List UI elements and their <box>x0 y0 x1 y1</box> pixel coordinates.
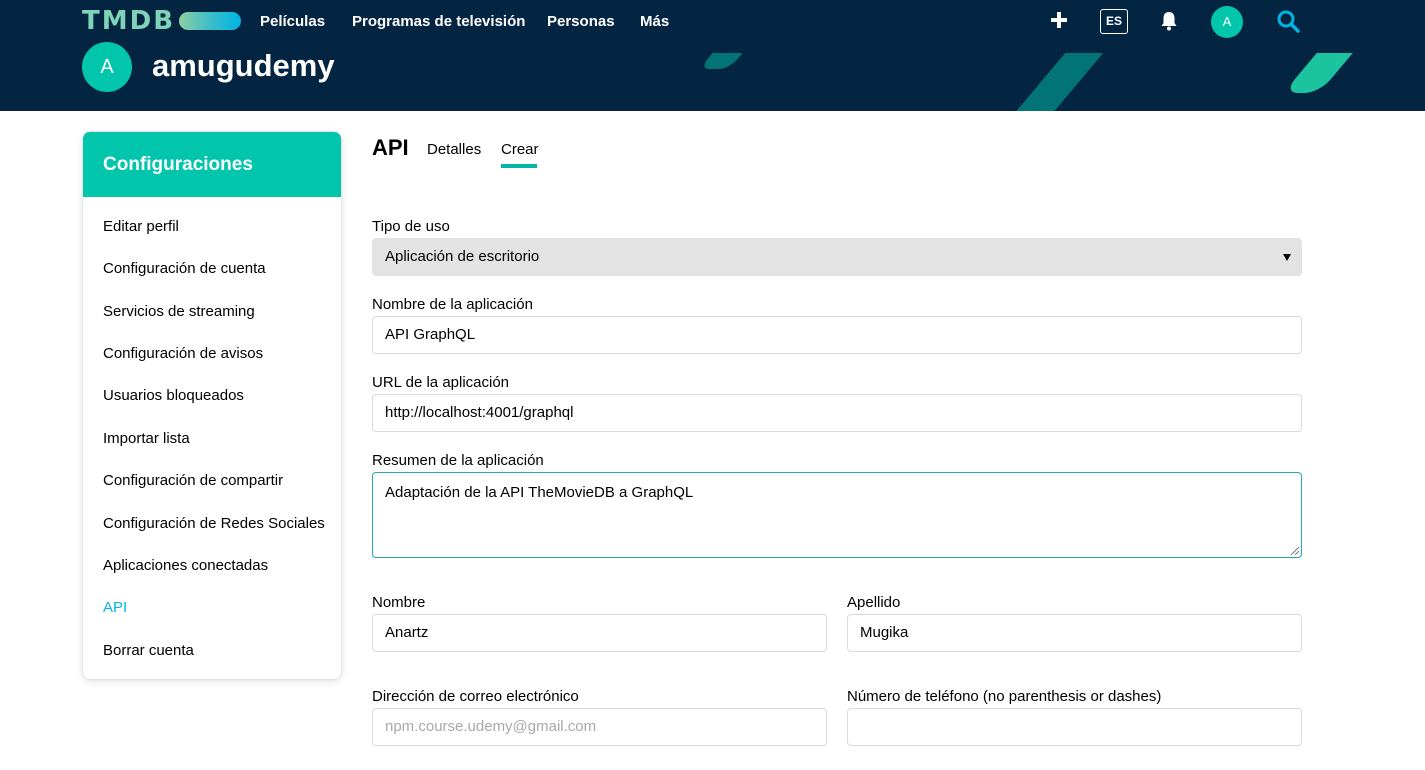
email-placeholder: npm.course.udemy@gmail.com <box>385 718 597 735</box>
nav-movies[interactable]: Películas <box>260 13 325 30</box>
profile-avatar: A <box>82 42 132 92</box>
sidebar-item-blocked-users[interactable]: Usuarios bloqueados <box>103 387 244 404</box>
resize-handle-icon[interactable] <box>1289 545 1299 555</box>
tmdb-logo[interactable]: TMDB <box>82 6 242 36</box>
language-button[interactable]: ES <box>1100 9 1128 34</box>
profile-username[interactable]: amugudemy <box>152 48 335 84</box>
sidebar-item-streaming[interactable]: Servicios de streaming <box>103 303 255 320</box>
last-name-input[interactable]: Mugika <box>847 614 1302 652</box>
top-navbar: TMDB Películas Programas de televisión P… <box>0 0 1425 53</box>
usage-type-select[interactable]: Aplicación de escritorio <box>372 238 1302 276</box>
sidebar-item-connected-apps[interactable]: Aplicaciones conectadas <box>103 557 268 574</box>
app-url-label: URL de la aplicación <box>372 374 510 391</box>
phone-input[interactable] <box>847 708 1302 746</box>
plus-icon[interactable] <box>1049 10 1069 30</box>
first-name-label: Nombre <box>372 594 426 611</box>
tab-details[interactable]: Detalles <box>427 141 481 158</box>
app-summary-value: Adaptación de la API TheMovieDB a GraphQ… <box>385 484 694 501</box>
last-name-label: Apellido <box>847 594 901 611</box>
nav-people[interactable]: Personas <box>547 13 615 30</box>
search-icon[interactable] <box>1276 9 1300 33</box>
app-summary-textarea[interactable]: Adaptación de la API TheMovieDB a GraphQ… <box>372 472 1302 558</box>
first-name-input[interactable]: Anartz <box>372 614 827 652</box>
user-avatar[interactable]: A <box>1211 6 1243 38</box>
sidebar-item-api[interactable]: API <box>103 599 127 616</box>
email-field[interactable]: npm.course.udemy@gmail.com <box>372 708 827 746</box>
nav-tv-shows[interactable]: Programas de televisión <box>352 13 525 30</box>
app-url-input[interactable]: http://localhost:4001/graphql <box>372 394 1302 432</box>
app-summary-label: Resumen de la aplicación <box>372 452 544 469</box>
nav-more[interactable]: Más <box>640 13 669 30</box>
email-label: Dirección de correo electrónico <box>372 688 579 705</box>
tab-create[interactable]: Crear <box>501 141 539 158</box>
sidebar-item-import-list[interactable]: Importar lista <box>103 430 190 447</box>
decor-stripe <box>1283 53 1353 93</box>
logo-text: TMDB <box>82 6 176 36</box>
settings-sidebar: Configuraciones Editar perfil Configurac… <box>82 131 342 680</box>
bell-icon[interactable] <box>1160 11 1178 31</box>
active-tab-indicator <box>501 164 537 168</box>
decor-stripe <box>1014 53 1104 111</box>
sidebar-item-social[interactable]: Configuración de Redes Sociales <box>103 515 325 532</box>
usage-type-value: Aplicación de escritorio <box>385 248 540 265</box>
sidebar-title: Configuraciones <box>83 132 341 197</box>
usage-type-label: Tipo de uso <box>372 218 450 235</box>
decor-stripe <box>699 53 751 69</box>
dropdown-arrow-icon <box>1283 254 1291 261</box>
sidebar-item-account-settings[interactable]: Configuración de cuenta <box>103 260 266 277</box>
logo-pill <box>179 12 242 30</box>
sidebar-item-edit-profile[interactable]: Editar perfil <box>103 218 179 235</box>
phone-label: Número de teléfono (no parenthesis or da… <box>847 688 1162 705</box>
app-name-label: Nombre de la aplicación <box>372 296 533 313</box>
sidebar-item-delete-account[interactable]: Borrar cuenta <box>103 642 194 659</box>
sidebar-item-notifications[interactable]: Configuración de avisos <box>103 345 263 362</box>
app-name-input[interactable]: API GraphQL <box>372 316 1302 354</box>
sidebar-item-sharing[interactable]: Configuración de compartir <box>103 472 283 489</box>
page-title: API <box>372 135 409 160</box>
